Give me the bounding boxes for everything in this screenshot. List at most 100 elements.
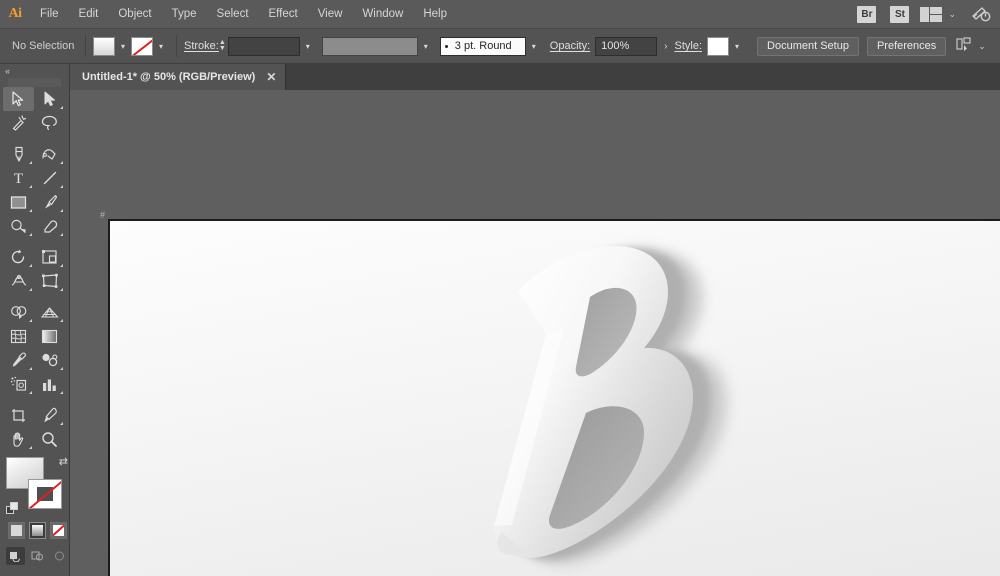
- tool-group-indicator-icon: [29, 391, 32, 394]
- stroke-weight-input[interactable]: [227, 36, 300, 56]
- gradient-tool[interactable]: [34, 324, 65, 348]
- menu-type[interactable]: Type: [162, 0, 207, 29]
- fill-color-swatch[interactable]: [93, 36, 115, 56]
- letter-b-artwork[interactable]: [440, 221, 770, 576]
- graphic-style-swatch[interactable]: [707, 36, 730, 56]
- stroke-weight-stepper[interactable]: ▲ ▼: [219, 39, 226, 52]
- rectangle-tool[interactable]: [3, 190, 34, 214]
- style-chevron-icon[interactable]: ▾: [729, 37, 745, 56]
- slice-tool[interactable]: [34, 403, 65, 427]
- opacity-input[interactable]: 100%: [595, 36, 658, 56]
- column-graph-tool[interactable]: [34, 372, 65, 396]
- color-mode-button[interactable]: [8, 522, 25, 539]
- fill-dropdown-chevron-icon[interactable]: ▾: [115, 37, 131, 56]
- lasso-tool[interactable]: [34, 111, 65, 135]
- stock-button[interactable]: St: [890, 5, 910, 23]
- default-fill-stroke-icon[interactable]: [6, 502, 19, 515]
- eyedropper-tool[interactable]: [3, 348, 34, 372]
- bridge-button[interactable]: Br: [857, 5, 877, 23]
- type-tool[interactable]: T: [3, 166, 34, 190]
- variable-width-profile-select[interactable]: [321, 36, 418, 56]
- document-tab[interactable]: Untitled-1* @ 50% (RGB/Preview) ✕: [70, 64, 287, 90]
- width-tool[interactable]: [3, 269, 34, 293]
- canvas-area[interactable]: #: [70, 90, 1000, 576]
- preferences-button[interactable]: Preferences: [866, 36, 947, 56]
- stroke-dropdown-chevron-icon[interactable]: ▾: [153, 37, 169, 56]
- close-icon[interactable]: ✕: [266, 71, 276, 83]
- workspace-switcher[interactable]: ⌄: [920, 6, 956, 22]
- gradient-mode-button[interactable]: [29, 522, 46, 539]
- menu-view[interactable]: View: [308, 0, 353, 29]
- selection-status-label: No Selection: [12, 40, 75, 52]
- draw-inside-button[interactable]: [50, 547, 69, 565]
- tool-group-indicator-icon: [60, 367, 63, 370]
- opacity-options-icon[interactable]: ›: [657, 41, 674, 52]
- mesh-tool[interactable]: [3, 324, 34, 348]
- document-setup-button[interactable]: Document Setup: [757, 36, 859, 56]
- menu-select[interactable]: Select: [207, 0, 259, 29]
- menu-help[interactable]: Help: [413, 0, 457, 29]
- rotate-tool[interactable]: [3, 245, 34, 269]
- menu-edit[interactable]: Edit: [69, 0, 109, 29]
- change-screen-mode-button[interactable]: [0, 565, 69, 576]
- artboard[interactable]: [108, 219, 1000, 576]
- none-mode-button[interactable]: [50, 522, 67, 539]
- align-options-icon[interactable]: [956, 36, 972, 56]
- blend-tool[interactable]: [34, 348, 65, 372]
- tool-group-indicator-icon: [29, 233, 32, 236]
- tool-group-indicator-icon: [60, 264, 63, 267]
- brush-definition-chevron-icon[interactable]: ▾: [526, 37, 542, 56]
- stroke-none-swatch[interactable]: [28, 479, 62, 509]
- paintbrush-tool[interactable]: [34, 190, 65, 214]
- stroke-inner-hole: [37, 487, 53, 501]
- search-help-icon[interactable]: [970, 4, 992, 24]
- shape-builder-tool[interactable]: [3, 300, 34, 324]
- perspective-grid-tool[interactable]: [34, 300, 65, 324]
- menu-bar: Ai File Edit Object Type Select Effect V…: [0, 0, 1000, 29]
- magic-wand-tool[interactable]: [3, 111, 34, 135]
- curvature-tool[interactable]: [34, 142, 65, 166]
- tool-divider: [3, 293, 65, 300]
- menu-file[interactable]: File: [30, 0, 69, 29]
- tool-divider: [3, 396, 65, 403]
- swap-fill-stroke-icon[interactable]: ⇄: [59, 455, 68, 468]
- brush-definition-label: 3 pt. Round: [454, 40, 512, 52]
- tool-group-indicator-icon: [29, 367, 32, 370]
- shaper-tool[interactable]: [3, 214, 34, 238]
- scale-tool[interactable]: [34, 245, 65, 269]
- draw-normal-button[interactable]: [6, 547, 25, 565]
- tool-group-indicator-icon: [29, 288, 32, 291]
- tool-group-indicator-icon: [29, 264, 32, 267]
- menu-window[interactable]: Window: [352, 0, 413, 29]
- width-profile-chevron-icon[interactable]: ▾: [418, 37, 434, 56]
- stroke-weight-label[interactable]: Stroke:: [184, 40, 219, 52]
- hand-tool[interactable]: [3, 427, 34, 451]
- tool-group-indicator-icon: [29, 319, 32, 322]
- panel-grip[interactable]: [8, 78, 61, 87]
- tool-group-indicator-icon: [29, 209, 32, 212]
- eraser-tool[interactable]: [34, 214, 65, 238]
- brush-definition-select[interactable]: 3 pt. Round: [439, 36, 526, 56]
- symbol-sprayer-tool[interactable]: [3, 372, 34, 396]
- style-label[interactable]: Style:: [675, 40, 703, 52]
- menu-object[interactable]: Object: [108, 0, 161, 29]
- align-chevron-icon[interactable]: ⌄: [978, 41, 986, 52]
- tool-group-indicator-icon: [60, 106, 63, 109]
- zoom-tool[interactable]: [34, 427, 65, 451]
- artboard-origin-marker: #: [100, 210, 105, 220]
- stroke-weight-chevron-icon[interactable]: ▾: [300, 37, 316, 56]
- tool-divider: [3, 238, 65, 245]
- artboard-tool[interactable]: [3, 403, 34, 427]
- collapse-panel-icon[interactable]: «: [0, 64, 69, 78]
- direct-selection-tool[interactable]: [34, 87, 65, 111]
- line-segment-tool[interactable]: [34, 166, 65, 190]
- selection-tool[interactable]: [3, 87, 34, 111]
- menu-effect[interactable]: Effect: [259, 0, 308, 29]
- tool-divider: [3, 135, 65, 142]
- draw-behind-button[interactable]: [28, 547, 47, 565]
- pen-tool[interactable]: [3, 142, 34, 166]
- stroke-color-swatch[interactable]: [131, 36, 153, 56]
- divider: [176, 35, 177, 57]
- opacity-label[interactable]: Opacity:: [550, 40, 590, 52]
- free-transform-tool[interactable]: [34, 269, 65, 293]
